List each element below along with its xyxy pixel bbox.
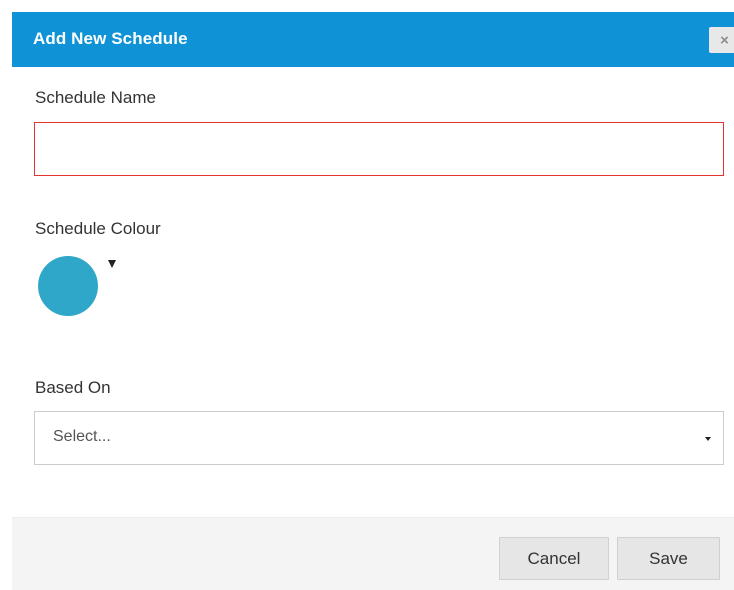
save-button[interactable]: Save	[617, 537, 720, 580]
dialog-header: Add New Schedule ×	[12, 12, 734, 67]
schedule-colour-label: Schedule Colour	[35, 219, 161, 238]
based-on-selected-value: Select...	[53, 428, 111, 445]
based-on-label: Based On	[35, 378, 111, 397]
close-button[interactable]: ×	[709, 27, 734, 53]
dialog-title: Add New Schedule	[33, 29, 188, 48]
dialog-footer: Cancel Save	[12, 517, 734, 590]
colour-swatch[interactable]	[38, 256, 98, 316]
cancel-button[interactable]: Cancel	[499, 537, 609, 580]
colour-picker[interactable]	[38, 256, 116, 318]
caret-down-icon[interactable]	[108, 260, 116, 268]
add-schedule-dialog: Add New Schedule × Schedule Name Schedul…	[12, 12, 734, 590]
schedule-name-label: Schedule Name	[35, 88, 156, 107]
based-on-select[interactable]: Select...	[34, 411, 724, 465]
schedule-name-input[interactable]	[34, 122, 724, 176]
close-icon: ×	[720, 31, 729, 49]
chevron-down-icon[interactable]	[705, 437, 711, 441]
